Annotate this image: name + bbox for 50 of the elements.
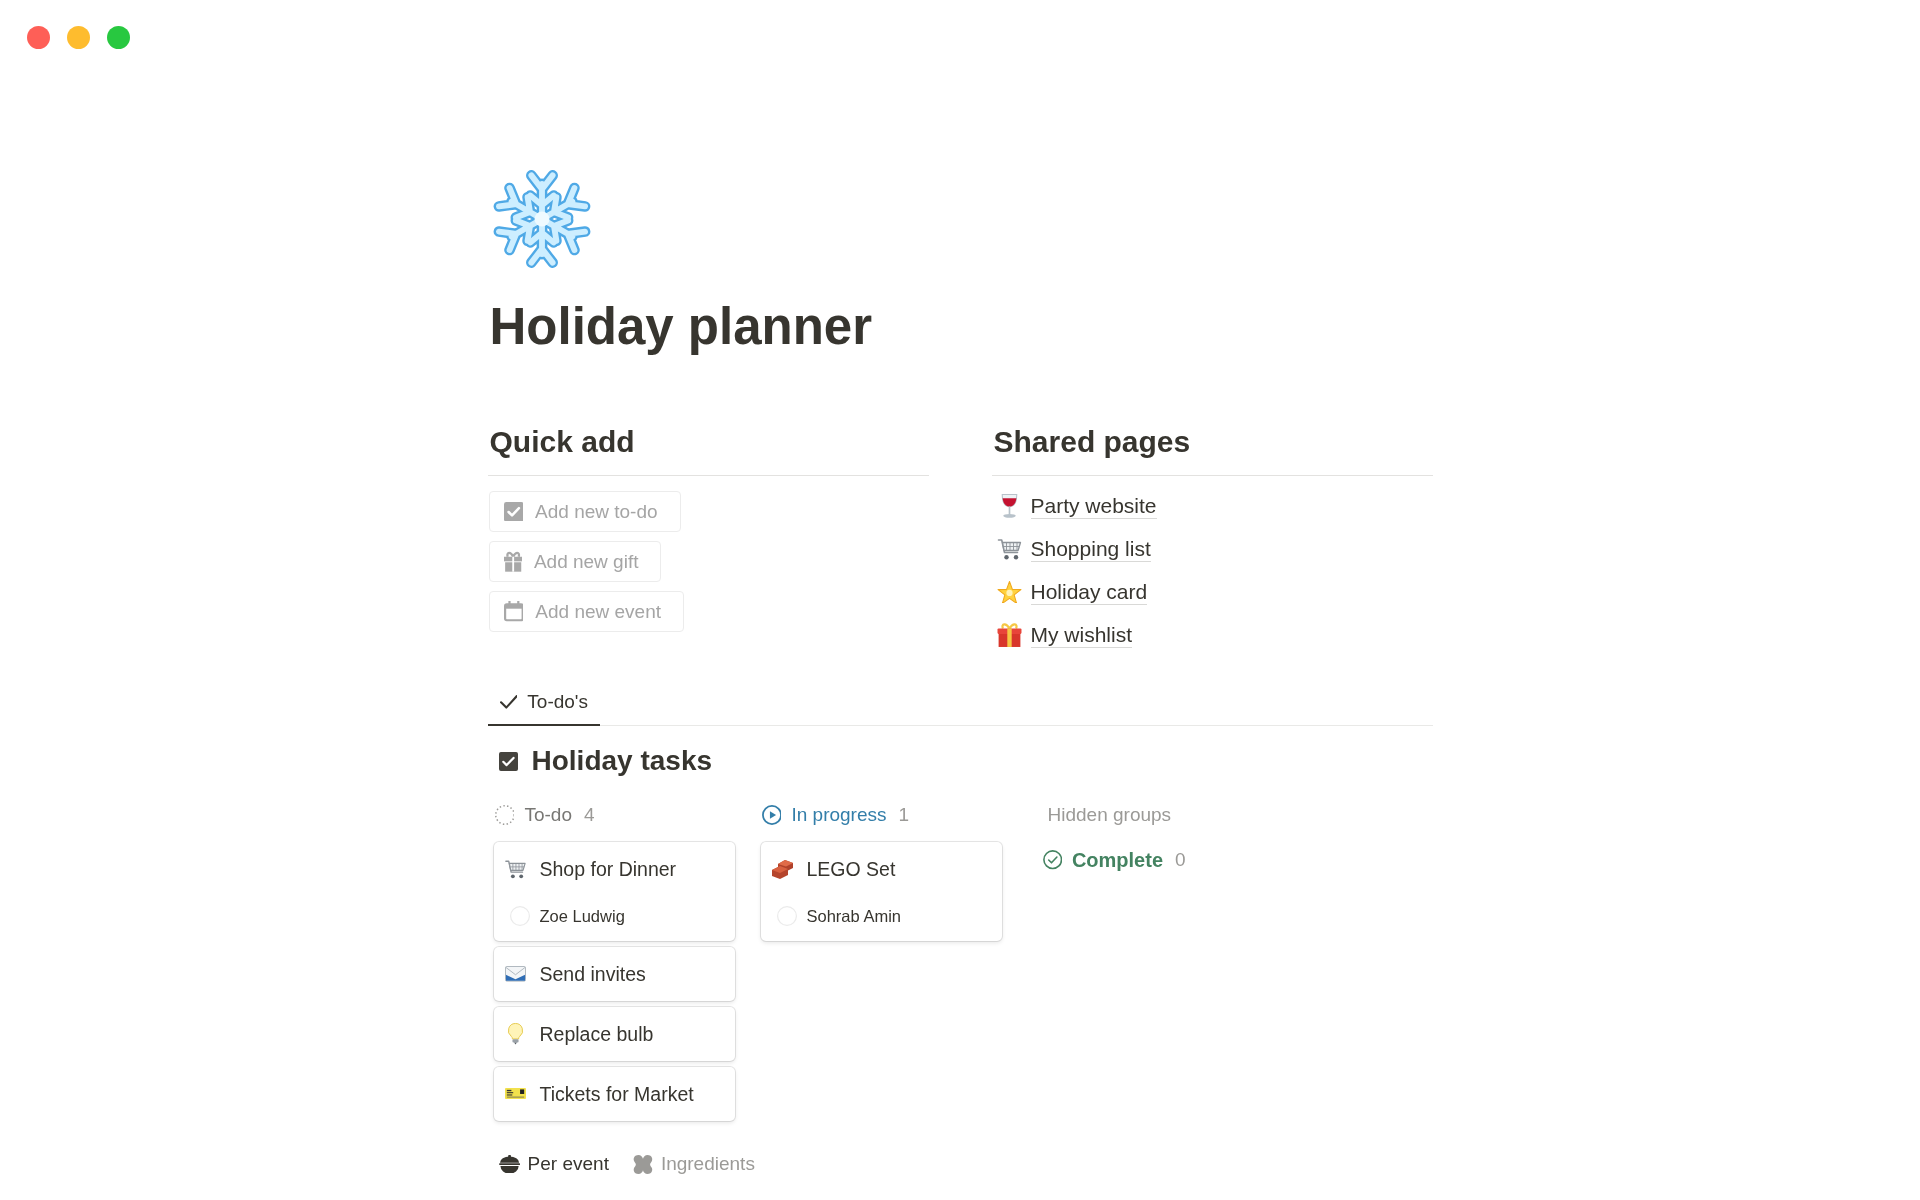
- card-title: LEGO Set: [806, 857, 896, 882]
- section-heading: Quick add: [489, 424, 635, 460]
- card-title: Shop for Dinner: [539, 857, 677, 882]
- group-count: 4: [583, 804, 595, 826]
- clover-icon: [632, 1154, 653, 1174]
- task-card[interactable]: Replace bulb: [493, 1007, 735, 1061]
- task-card[interactable]: LEGO Set Sohrab Amin: [760, 842, 1002, 941]
- close-button[interactable]: [27, 26, 50, 49]
- assignee-name: Sohrab Amin: [806, 906, 901, 927]
- gift-box-icon: [996, 623, 1022, 647]
- group-label: Complete: [1071, 848, 1163, 873]
- view-tab[interactable]: Per event: [487, 1151, 620, 1177]
- task-card[interactable]: Send invites: [493, 947, 735, 1001]
- minimize-button[interactable]: [67, 26, 90, 49]
- check-circle-icon: [1042, 850, 1062, 870]
- card-title: Send invites: [539, 962, 646, 987]
- page-link[interactable]: My wishlist: [1030, 622, 1132, 648]
- task-card[interactable]: Tickets for Market: [493, 1067, 735, 1121]
- envelope-icon: [504, 966, 526, 982]
- checkbox-icon: [498, 751, 518, 771]
- zoom-button[interactable]: [107, 26, 130, 49]
- star-icon: [996, 580, 1022, 604]
- card-title: Replace bulb: [539, 1022, 654, 1047]
- checkbox-icon: [503, 501, 524, 522]
- bricks-icon: [771, 859, 793, 879]
- check-icon: [499, 695, 518, 709]
- view-tab[interactable]: To-do's: [487, 680, 600, 726]
- play-circle-icon: [761, 805, 782, 825]
- page-link[interactable]: Holiday card: [1030, 579, 1148, 605]
- section-heading: Shared pages: [993, 424, 1191, 460]
- shopping-cart-icon: [996, 538, 1022, 560]
- card-title: Tickets for Market: [539, 1082, 694, 1107]
- group-label: To-do: [524, 803, 572, 827]
- shopping-cart-icon: [504, 858, 526, 880]
- page-link[interactable]: Party website: [1030, 493, 1157, 519]
- group-label: In progress: [791, 803, 887, 827]
- gift-icon: [503, 551, 522, 572]
- dotted-circle-icon: [494, 805, 515, 825]
- bowl-icon: [498, 1154, 520, 1174]
- calendar-icon: [503, 601, 524, 622]
- database-title: Holiday tasks: [531, 744, 713, 778]
- page-link[interactable]: Shopping list: [1030, 536, 1151, 562]
- ticket-icon: [504, 1088, 526, 1100]
- task-card[interactable]: Shop for Dinner Zoe Ludwig: [493, 842, 735, 941]
- group-count: 1: [898, 804, 910, 826]
- assignee-name: Zoe Ludwig: [539, 906, 625, 927]
- group-count: 0: [1175, 849, 1186, 871]
- hidden-groups-label: Hidden groups: [1047, 803, 1172, 827]
- snowflake-icon: [491, 169, 592, 269]
- page-title: Holiday planner: [489, 297, 873, 357]
